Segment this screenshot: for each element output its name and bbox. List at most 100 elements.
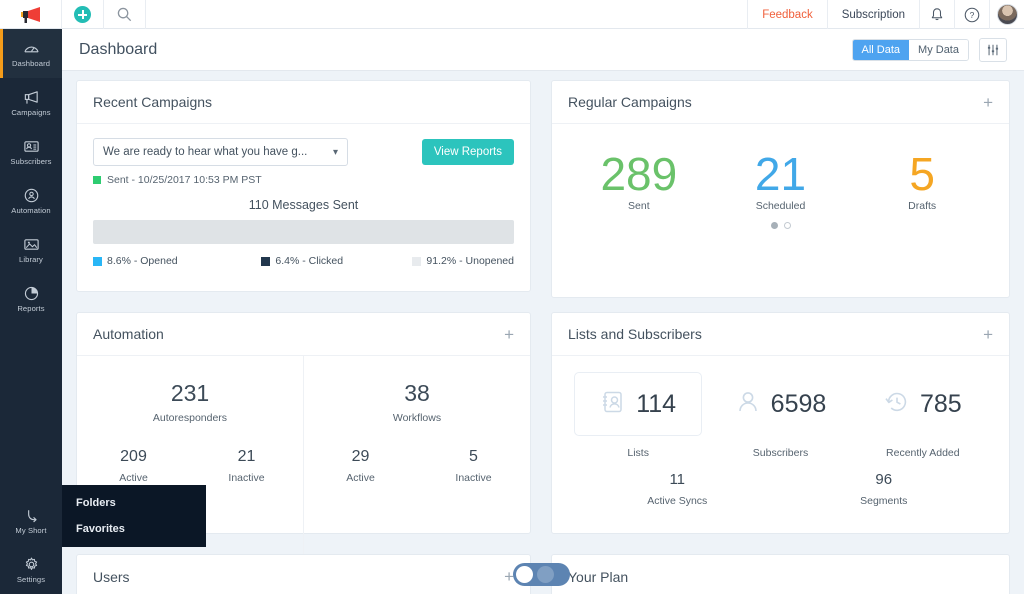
dashboard-app: Feedback Subscription ? <box>0 0 1024 594</box>
megaphone-logo[interactable] <box>0 0 62 29</box>
create-button[interactable] <box>62 0 104 29</box>
lists-box-lists[interactable]: 114 Lists <box>574 372 702 459</box>
card-title: Automation <box>93 326 164 342</box>
search-button[interactable] <box>104 0 146 29</box>
gear-icon <box>23 556 40 573</box>
sidebar-item-dashboard[interactable]: Dashboard <box>0 29 62 78</box>
card-header: Your Plan <box>552 555 1009 594</box>
legend-swatch <box>261 257 270 266</box>
plus-icon[interactable]: + <box>983 326 993 343</box>
sub-value: 209 <box>77 448 190 466</box>
card-body: 114 Lists 6598 <box>552 356 1009 521</box>
page-header-actions: All Data My Data <box>852 38 1008 62</box>
shortcut-icon <box>23 507 40 524</box>
sidebar-item-library[interactable]: Library <box>0 225 62 274</box>
sub-value: 21 <box>190 448 303 466</box>
contact-card-icon <box>600 389 626 420</box>
top-bar-spacer <box>146 0 747 28</box>
sidebar-item-settings[interactable]: Settings <box>0 545 62 594</box>
stat-value: 6598 <box>771 390 827 419</box>
help-button[interactable]: ? <box>954 0 989 29</box>
flyout-item-favorites[interactable]: Favorites <box>62 516 206 542</box>
legend-label: 6.4% - Clicked <box>275 255 343 267</box>
sub-value: 29 <box>304 448 417 466</box>
sidebar-spacer <box>0 323 62 496</box>
sidebar-item-my-shortcuts[interactable]: My Short <box>0 496 62 545</box>
legend-swatch <box>93 257 102 266</box>
lists-box-subscribers[interactable]: 6598 Subscribers <box>716 372 844 459</box>
card-lists-and-subscribers: Lists and Subscribers + <box>551 312 1010 534</box>
pager-dot-2[interactable] <box>784 222 791 229</box>
engagement-bar <box>93 220 514 244</box>
campaign-status: Sent - 10/25/2017 10:53 PM PST <box>93 174 514 186</box>
plus-icon[interactable]: + <box>504 326 514 343</box>
toggle-ghost-knob <box>537 566 554 583</box>
group-breakdown: 29 Active 5 Inactive <box>304 448 530 484</box>
stat-sent: 289 Sent <box>568 150 710 212</box>
sub-label: Inactive <box>190 472 303 484</box>
campaign-select[interactable]: We are ready to hear what you have g... … <box>93 138 348 166</box>
stat-value: 96 <box>781 471 988 488</box>
stat-value: 21 <box>710 150 852 198</box>
sidebar-item-label: Reports <box>17 304 44 313</box>
page-title: Dashboard <box>79 41 157 59</box>
megaphone-icon <box>23 89 40 106</box>
engagement-legend: 8.6% - Opened 6.4% - Clicked 91.2% - Uno… <box>93 255 514 267</box>
stat-value: 785 <box>920 390 962 419</box>
automation-icon <box>23 187 40 204</box>
avatar <box>997 4 1018 25</box>
bell-icon <box>930 7 944 22</box>
filter-settings-button[interactable] <box>979 38 1007 62</box>
sidebar-item-label: Campaigns <box>11 108 50 117</box>
sidebar-item-reports[interactable]: Reports <box>0 274 62 323</box>
stat-label: Drafts <box>851 200 993 212</box>
sidebar-item-label: Library <box>19 255 43 264</box>
subscription-link[interactable]: Subscription <box>827 0 919 29</box>
user-menu-button[interactable] <box>989 0 1024 29</box>
stat-value: 114 <box>636 390 676 419</box>
stat-box: 785 <box>859 372 987 436</box>
sub-value: 5 <box>417 448 530 466</box>
group-label: Autoresponders <box>77 412 303 424</box>
stat-label: Recently Added <box>859 447 987 459</box>
page-header: Dashboard All Data My Data <box>62 29 1024 71</box>
card-title: Lists and Subscribers <box>568 326 702 342</box>
view-toggle[interactable] <box>513 563 570 586</box>
sidebar-item-subscribers[interactable]: Subscribers <box>0 127 62 176</box>
sidebar-item-campaigns[interactable]: Campaigns <box>0 78 62 127</box>
sub-inactive: 21 Inactive <box>190 448 303 484</box>
card-body: 289 Sent 21 Scheduled 5 Drafts <box>552 124 1009 243</box>
stat-label: Scheduled <box>710 200 852 212</box>
top-bar: Feedback Subscription ? <box>0 0 1024 29</box>
card-regular-campaigns: Regular Campaigns + 289 Sent 21 Schedule… <box>551 80 1010 298</box>
plus-icon[interactable]: + <box>983 94 993 111</box>
legend-item-unopened: 91.2% - Unopened <box>400 255 514 267</box>
campaign-selector-row: We are ready to hear what you have g... … <box>93 138 514 166</box>
sidebar-item-label: Subscribers <box>10 157 51 166</box>
plus-circle-icon <box>74 6 91 23</box>
sub-inactive: 5 Inactive <box>417 448 530 484</box>
feedback-link[interactable]: Feedback <box>747 0 827 29</box>
legend-label: 91.2% - Unopened <box>426 255 514 267</box>
stat-label: Segments <box>781 495 988 507</box>
sub-label: Active <box>77 472 190 484</box>
sidebar-item-automation[interactable]: Automation <box>0 176 62 225</box>
legend-label: 8.6% - Opened <box>107 255 178 267</box>
stat-value: 11 <box>574 471 781 488</box>
legend-item-opened: 8.6% - Opened <box>93 255 261 267</box>
user-icon <box>735 389 761 420</box>
top-bar-right: Feedback Subscription ? <box>747 0 1024 28</box>
group-value: 231 <box>77 380 303 407</box>
sub-label: Inactive <box>417 472 530 484</box>
flyout-item-folders[interactable]: Folders <box>62 490 206 516</box>
history-icon <box>884 389 910 420</box>
notifications-button[interactable] <box>919 0 954 29</box>
svg-text:?: ? <box>970 10 975 20</box>
lists-box-recently-added[interactable]: 785 Recently Added <box>859 372 987 459</box>
card-header: Automation + <box>77 313 530 356</box>
tab-my-data[interactable]: My Data <box>909 40 968 60</box>
card-title: Your Plan <box>568 569 628 585</box>
tab-all-data[interactable]: All Data <box>853 40 910 60</box>
pager-dot-1[interactable] <box>771 222 778 229</box>
view-reports-button[interactable]: View Reports <box>422 139 514 165</box>
